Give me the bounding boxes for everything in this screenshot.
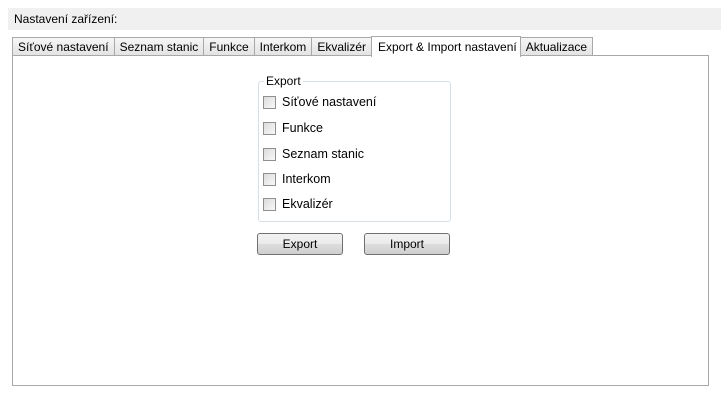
- tab-equalizer[interactable]: Ekvalizér: [311, 37, 372, 56]
- checkbox-functions[interactable]: [263, 121, 276, 135]
- checkbox-label: Funkce: [282, 121, 323, 135]
- export-button[interactable]: Export: [257, 233, 343, 255]
- checkbox-label: Síťové nastavení: [282, 95, 377, 109]
- group-title: Nastavení zařízení:: [14, 12, 118, 26]
- tab-network-settings[interactable]: Síťové nastavení: [12, 37, 115, 56]
- import-button[interactable]: Import: [364, 233, 450, 255]
- checkbox-network-settings[interactable]: [263, 95, 276, 109]
- tabstrip: Síťové nastavení Seznam stanic Funkce In…: [12, 34, 594, 57]
- tab-functions[interactable]: Funkce: [203, 37, 255, 56]
- device-settings-window: Nastavení zařízení: Síťové nastavení Sez…: [0, 0, 721, 394]
- checkbox-intercom[interactable]: [263, 172, 276, 186]
- export-legend: Export: [264, 74, 303, 88]
- tab-updates[interactable]: Aktualizace: [519, 37, 594, 56]
- checkbox-equalizer[interactable]: [263, 197, 276, 211]
- export-option-functions[interactable]: Funkce: [263, 120, 323, 136]
- tab-panel-export-import: Export Síťové nastavení Funkce Seznam st…: [12, 55, 709, 386]
- checkbox-label: Seznam stanic: [282, 147, 364, 161]
- export-option-intercom[interactable]: Interkom: [263, 171, 331, 187]
- tab-export-import[interactable]: Export & Import nastavení: [371, 36, 521, 57]
- checkbox-label: Ekvalizér: [282, 197, 333, 211]
- export-option-station-list[interactable]: Seznam stanic: [263, 146, 364, 162]
- tab-intercom[interactable]: Interkom: [253, 37, 313, 56]
- checkbox-station-list[interactable]: [263, 147, 276, 161]
- checkbox-label: Interkom: [282, 172, 331, 186]
- export-option-equalizer[interactable]: Ekvalizér: [263, 196, 333, 212]
- tab-station-list[interactable]: Seznam stanic: [113, 37, 205, 56]
- export-option-network[interactable]: Síťové nastavení: [263, 94, 376, 110]
